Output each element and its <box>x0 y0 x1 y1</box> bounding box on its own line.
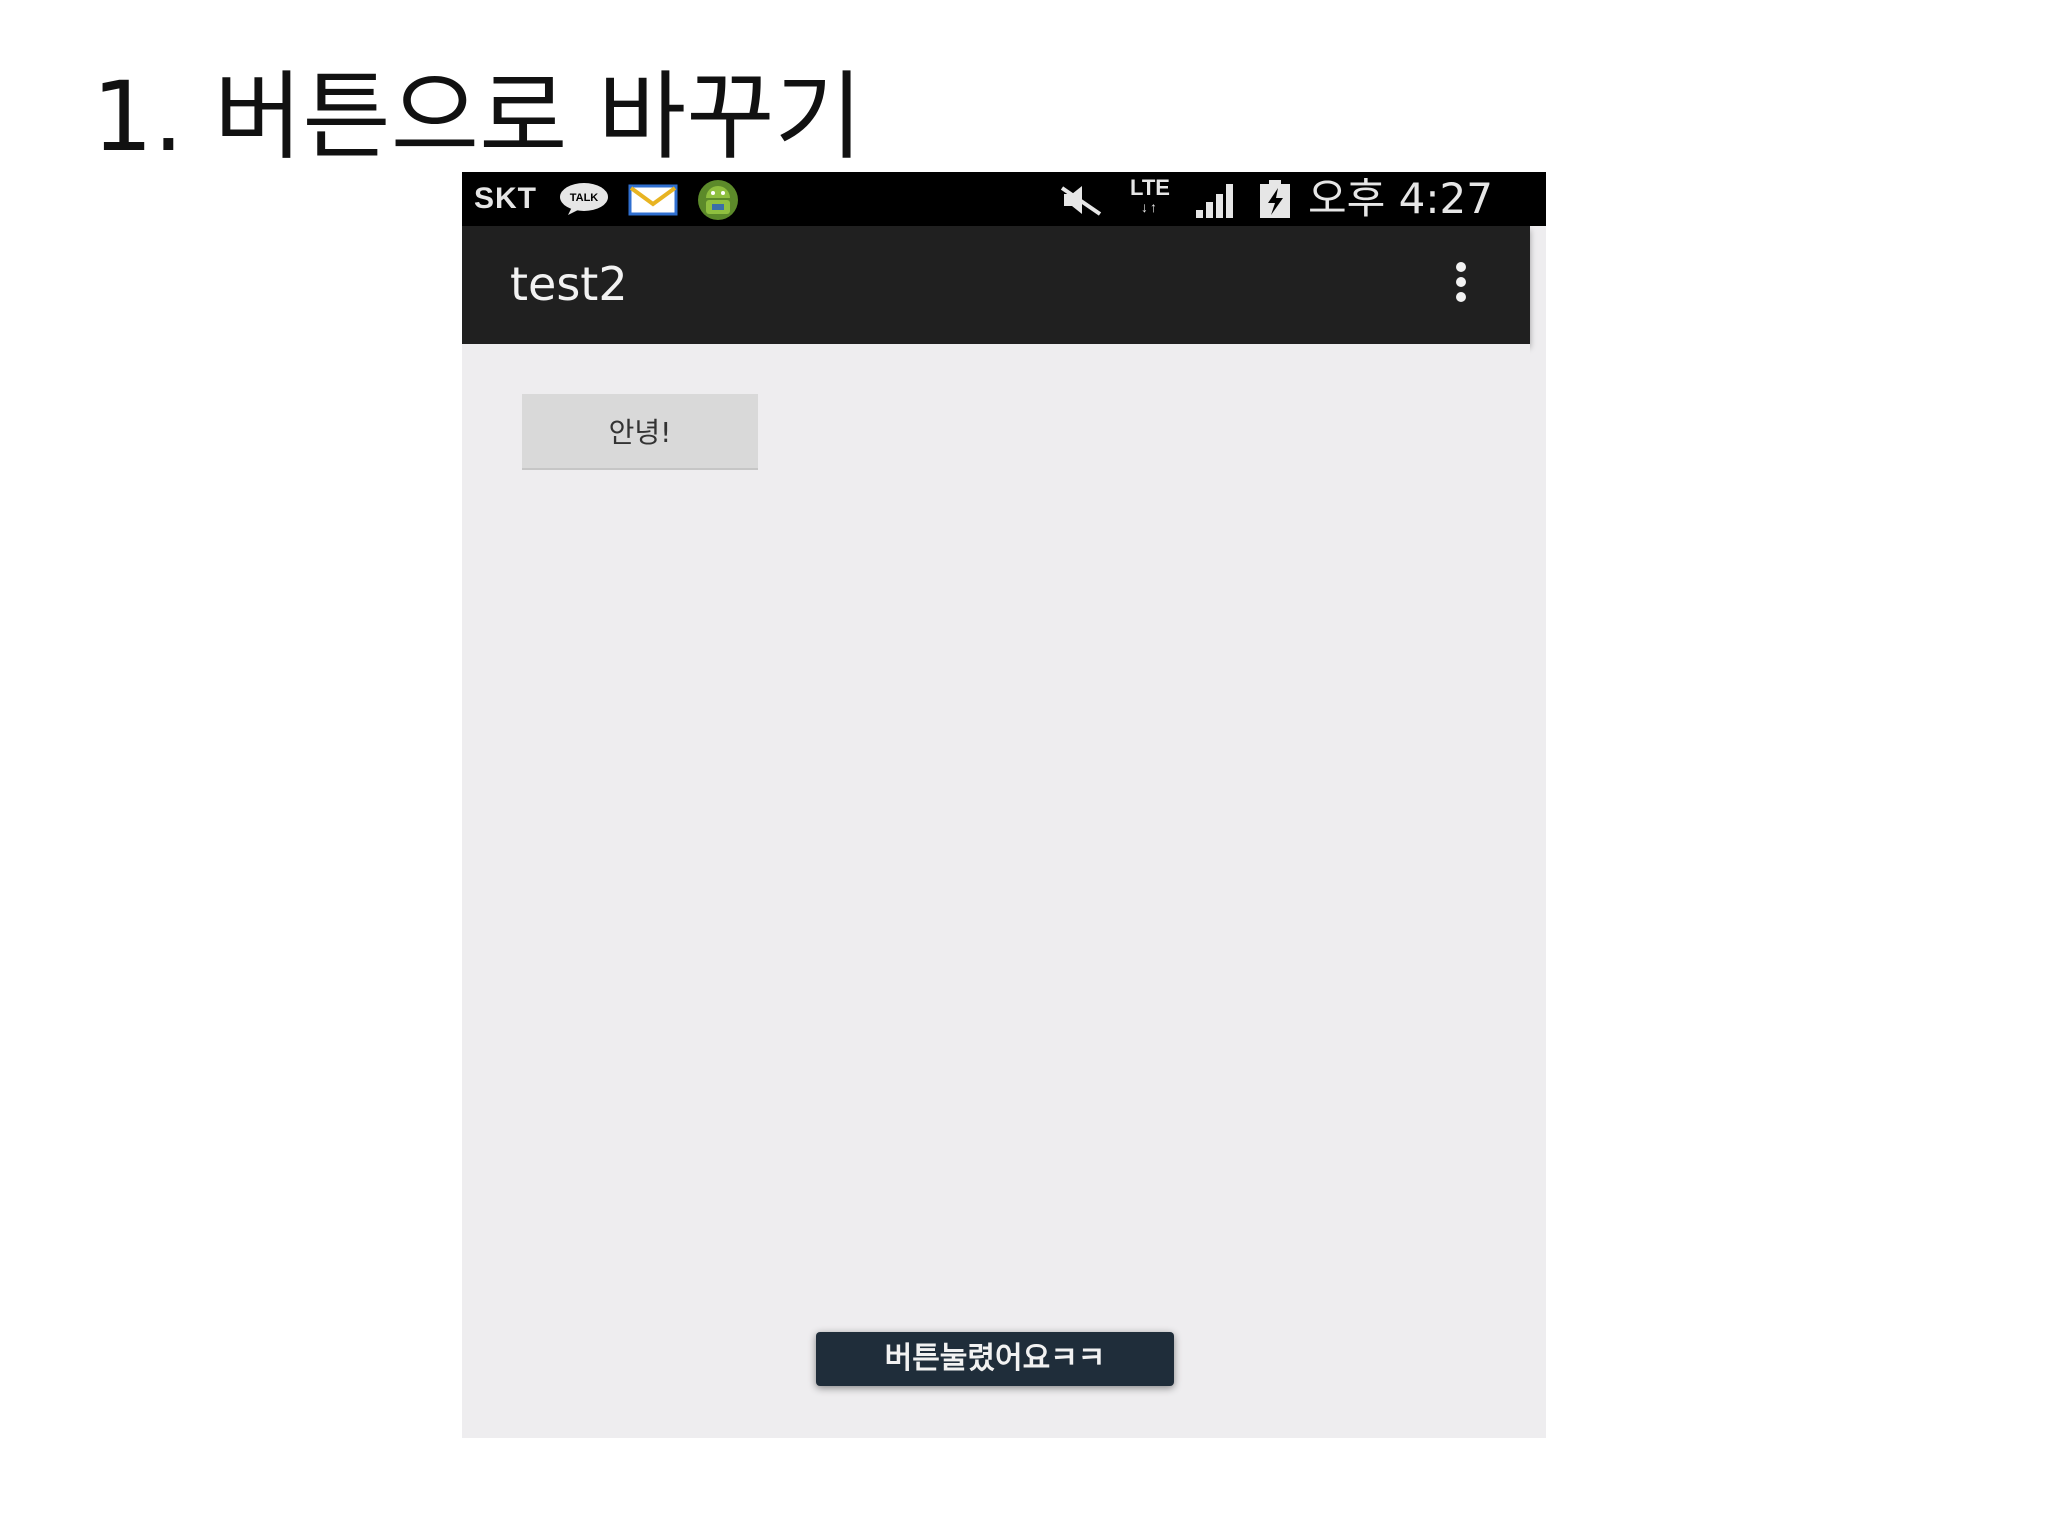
overflow-dot <box>1456 277 1466 287</box>
lte-arrows-icon: ↓↑ <box>1141 199 1159 215</box>
carrier-label: SKT <box>474 182 537 215</box>
lte-icon: LTE ↓↑ <box>1122 176 1178 222</box>
phone-screenshot: SKT TALK LTE ↓↑ 오후 4:27 test2 안녕! 버튼눌렸어요… <box>462 172 1546 1438</box>
app-content: 안녕! 버튼눌렸어요ㅋㅋ <box>462 344 1530 1438</box>
status-bar: SKT TALK LTE ↓↑ 오후 4:27 <box>462 172 1546 226</box>
signal-icon <box>1196 184 1233 218</box>
slide-title: 1. 버튼으로 바꾸기 <box>92 61 863 173</box>
hello-button[interactable]: 안녕! <box>522 394 758 470</box>
action-bar: test2 <box>462 226 1530 344</box>
overflow-dot <box>1456 262 1466 272</box>
battery-charging-icon <box>1260 180 1290 218</box>
status-time: 오후 4:27 <box>1308 174 1493 223</box>
toast-message: 버튼눌렸어요ㅋㅋ <box>816 1332 1174 1386</box>
talk-badge-text: TALK <box>570 192 599 204</box>
lte-label: LTE <box>1130 175 1170 200</box>
app-title: test2 <box>510 257 628 311</box>
talk-icon: TALK <box>560 183 608 215</box>
mail-icon <box>628 184 678 216</box>
overflow-dot <box>1456 292 1466 302</box>
overflow-menu-icon[interactable] <box>1446 262 1476 310</box>
mute-icon <box>1060 186 1102 216</box>
android-icon <box>698 180 738 220</box>
